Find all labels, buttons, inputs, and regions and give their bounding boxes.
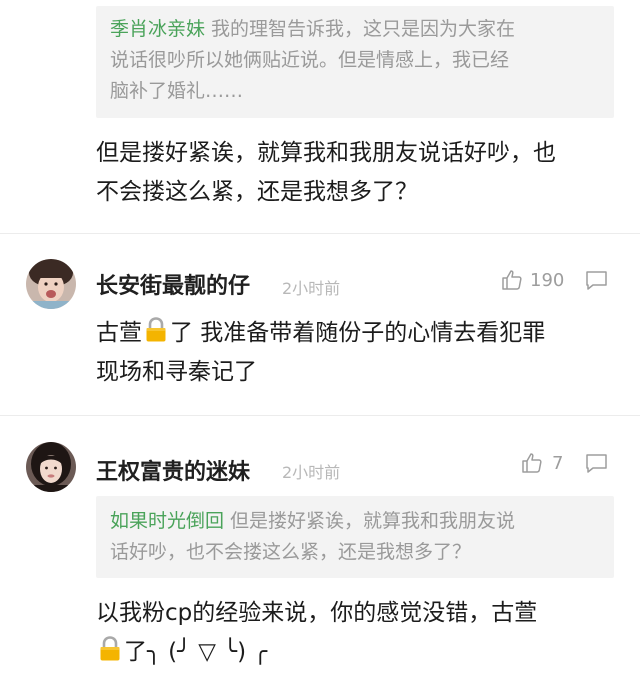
avatar[interactable] <box>26 442 76 492</box>
comment-icon[interactable] <box>584 451 610 475</box>
lock-emoji-icon <box>100 636 120 661</box>
comment-divider <box>0 415 640 416</box>
quoted-text-line: 话好吵，也不会搂这么紧，还是我想多了？ <box>110 541 472 563</box>
comment-text: 了 我准备带着随份子的心情去看犯罪 <box>170 320 546 346</box>
comment-username[interactable]: 长安街最靓的仔 <box>96 268 250 300</box>
avatar[interactable] <box>26 259 76 309</box>
comment-text-line: 以我粉cp的经验来说，你的感觉没错，古萱 <box>96 600 538 626</box>
quoted-username[interactable]: 如果时光倒回 <box>110 510 224 532</box>
quoted-text-line: 我的理智告诉我，这只是因为大家在 <box>211 18 516 40</box>
like-count: 7 <box>552 453 564 474</box>
quoted-text-line: 脑补了婚礼…… <box>110 80 244 102</box>
comment-text: 了╮ (╯ ▽ ╰) ╭ <box>124 639 268 665</box>
comment-body: 古萱 了 我准备带着随份子的心情去看犯罪 现场和寻秦记了 <box>96 314 626 392</box>
thumbs-up-icon[interactable] <box>520 451 544 475</box>
lock-emoji-icon <box>146 317 166 342</box>
comment-text-line: 不会搂这么紧，还是我想多了？ <box>96 179 418 205</box>
comment-body: 但是搂好紧诶，就算我和我朋友说话好吵，也 不会搂这么紧，还是我想多了？ <box>96 134 626 212</box>
comment-text-line: 了╮ (╯ ▽ ╰) ╭ <box>96 633 626 672</box>
comment-text-line: 古萱 了 我准备带着随份子的心情去看犯罪 <box>96 314 626 353</box>
comment-text-line: 但是搂好紧诶，就算我和我朋友说话好吵，也 <box>96 140 556 166</box>
quoted-username[interactable]: 季肖冰亲妹 <box>110 18 205 40</box>
quoted-comment: 如果时光倒回 但是搂好紧诶，就算我和我朋友说 话好吵，也不会搂这么紧，还是我想多了… <box>96 496 614 578</box>
comment-text: 古萱 <box>96 320 142 346</box>
comment-text-line: 现场和寻秦记了 <box>96 359 257 385</box>
thumbs-up-icon[interactable] <box>500 268 524 292</box>
avatar-image <box>26 259 76 309</box>
comment-divider <box>0 233 640 234</box>
quoted-text-line: 说话很吵所以她俩贴近说。但是情感上，我已经 <box>110 49 510 71</box>
like-count: 190 <box>530 270 565 291</box>
comment-body: 以我粉cp的经验来说，你的感觉没错，古萱 了╮ (╯ ▽ ╰) ╭ <box>96 594 626 672</box>
avatar-image <box>26 442 76 492</box>
quoted-comment: 季肖冰亲妹 我的理智告诉我，这只是因为大家在 说话很吵所以她俩贴近说。但是情感上，… <box>96 6 614 118</box>
comment-icon[interactable] <box>584 268 610 292</box>
comment-username[interactable]: 王权富贵的迷妹 <box>96 454 250 486</box>
comment-timestamp: 2小时前 <box>282 279 341 298</box>
comment-timestamp: 2小时前 <box>282 463 341 482</box>
quoted-text-line: 但是搂好紧诶，就算我和我朋友说 <box>230 510 516 532</box>
